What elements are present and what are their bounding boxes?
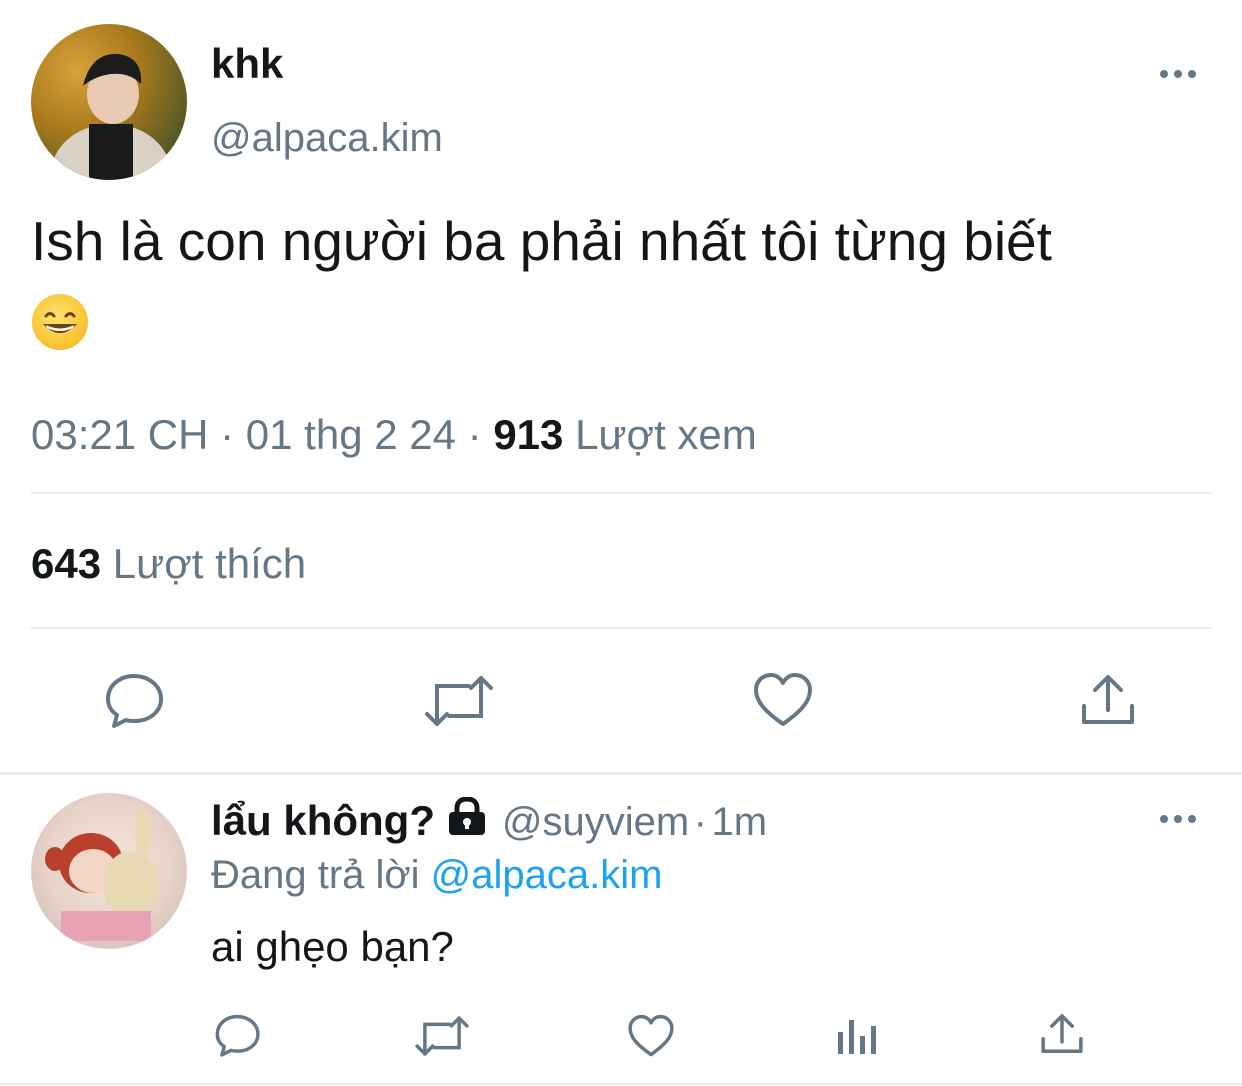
reply-retweet-icon[interactable] [414,1015,470,1057]
reply-share-icon[interactable] [1040,1012,1084,1056]
reply-header: lẩu không? @suyviem · 1m [211,796,768,845]
bottom-divider [0,1083,1242,1085]
reply-author-handle[interactable]: @suyviem [502,800,689,844]
author-name[interactable]: khk [211,40,283,88]
likes-count: 643 [31,540,102,587]
share-icon[interactable] [1080,672,1136,728]
tweet-time: 03:21 CH [31,411,209,458]
meta-separator: · [467,411,482,458]
reply-text: ai ghẹo bạn? [211,923,454,970]
reply-time: 1m [711,800,768,844]
divider [31,627,1212,629]
likes-label: Lượt thích [112,540,307,587]
reply-icon[interactable] [104,670,166,730]
views-label: Lượt xem [575,411,757,458]
divider [31,492,1212,494]
views-count: 913 [493,411,564,458]
retweet-icon[interactable] [424,674,494,728]
tweet-date: 01 thg 2 24 [245,411,456,458]
author-avatar[interactable] [31,24,187,180]
meta-separator: · [220,411,235,458]
tweet-text: Ish là con người ba phải nhất tôi từng b… [31,210,1052,272]
replying-to-line: Đang trả lời @alpaca.kim [211,853,662,898]
reply-like-icon[interactable] [627,1014,675,1058]
author-handle[interactable]: @alpaca.kim [211,116,443,161]
grinning-emoji-icon [32,294,88,350]
section-divider [0,772,1242,775]
tweet-meta: 03:21 CH · 01 thg 2 24 · 913 Lượt xem [31,411,757,459]
replying-label: Đang trả lời [211,853,420,897]
reply-reply-icon[interactable] [214,1012,262,1058]
reply-more-options-icon[interactable] [1160,815,1196,823]
likes-stat[interactable]: 643 Lượt thích [31,540,306,588]
lock-icon [445,796,489,842]
more-options-icon[interactable] [1160,70,1196,78]
reply-author-name[interactable]: lẩu không? [211,797,435,844]
reply-author-avatar[interactable] [31,793,187,949]
like-icon[interactable] [752,672,814,728]
reply-separator: · [693,800,707,844]
analytics-icon[interactable] [835,1014,877,1056]
replying-to-link[interactable]: @alpaca.kim [431,853,663,897]
